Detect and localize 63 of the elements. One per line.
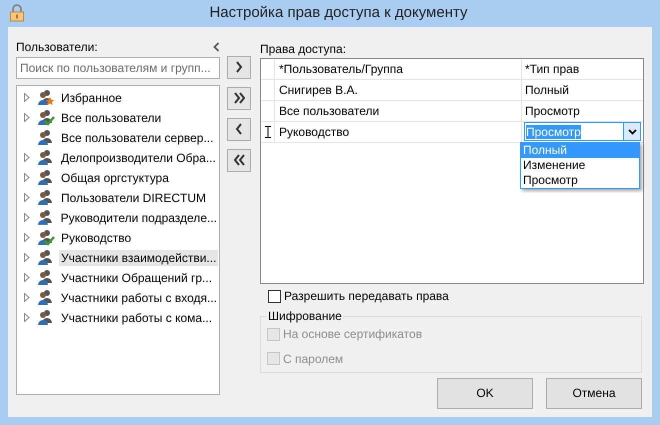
table-cell-text: Просмотр xyxy=(524,102,581,120)
expand-icon[interactable] xyxy=(24,153,30,162)
user-group-icon xyxy=(37,249,55,266)
add-all-button[interactable] xyxy=(227,86,251,110)
window-title: Настройка прав доступа к документу xyxy=(209,4,468,22)
column-header[interactable]: *Пользователь/Группа xyxy=(275,58,522,79)
add-all-icon xyxy=(234,92,244,104)
tree-item[interactable]: Участники Обращений гр... xyxy=(17,268,219,288)
favorite-group-icon xyxy=(37,89,55,106)
tree-item[interactable]: Общая оргстуктура xyxy=(17,168,219,188)
group-title: Шифрование xyxy=(267,309,343,324)
expand-icon[interactable] xyxy=(24,193,30,202)
user-group-icon xyxy=(37,149,55,166)
tree-item[interactable]: Руководство xyxy=(17,228,219,248)
checkbox[interactable] xyxy=(268,290,281,303)
checkbox-label[interactable]: Разрешить передавать права xyxy=(284,288,449,304)
remove-all-button[interactable] xyxy=(227,148,251,172)
remove-icon xyxy=(234,123,244,136)
remove-all-icon xyxy=(234,154,244,166)
ok-button[interactable]: OK xyxy=(437,378,533,409)
expand-icon[interactable] xyxy=(24,113,30,122)
expand-icon[interactable] xyxy=(24,293,30,302)
table-cell-text: Полный xyxy=(524,82,570,99)
tree-item[interactable]: Избранное xyxy=(17,88,219,108)
user-group-icon xyxy=(37,169,55,186)
tree-item[interactable]: Делопроизводители Обра... xyxy=(17,148,219,168)
add-button[interactable] xyxy=(227,56,251,79)
add-icon xyxy=(234,61,244,74)
user-group-icon xyxy=(37,269,55,286)
tree-item[interactable]: Все пользователи xyxy=(17,108,219,128)
remove-button[interactable] xyxy=(227,118,251,141)
table-cell: Все пользователи xyxy=(275,100,522,121)
panel-label: Пользователи: xyxy=(16,40,98,54)
tree-item[interactable]: Участники работы с входя... xyxy=(17,288,219,308)
tree-item[interactable]: Руководители подразделе... xyxy=(17,208,219,228)
panel-label: Права доступа: xyxy=(260,40,348,58)
user-group-icon xyxy=(37,189,55,206)
column-header[interactable]: *Тип прав xyxy=(522,58,643,79)
dropdown-icon[interactable] xyxy=(628,128,636,135)
expand-icon[interactable] xyxy=(24,233,30,242)
tree-item[interactable]: Все пользователи сервер... xyxy=(17,128,219,148)
lock-icon xyxy=(9,4,25,22)
tree-item[interactable]: Пользователи DIRECTUM xyxy=(17,188,219,208)
expand-icon[interactable] xyxy=(24,213,30,222)
expand-icon[interactable] xyxy=(24,313,30,322)
checked-group-icon xyxy=(37,109,55,126)
table-cell: Снигирев В.А. xyxy=(275,80,522,100)
tree-item[interactable]: Участники работы с кома... xyxy=(17,308,219,328)
user-group-icon xyxy=(36,289,55,306)
table-cell: Руководство xyxy=(275,122,522,142)
user-group-icon xyxy=(37,309,55,326)
expand-icon[interactable] xyxy=(24,273,30,282)
collapse-icon[interactable] xyxy=(213,42,220,52)
dropdown-option[interactable]: Просмотр xyxy=(521,172,639,188)
expand-icon[interactable] xyxy=(24,93,30,102)
expand-icon[interactable] xyxy=(24,253,30,262)
cancel-button[interactable]: Отмена xyxy=(546,378,642,409)
search-field[interactable]: Поиск по пользователям и групп... xyxy=(16,56,220,79)
checked-group-icon xyxy=(37,229,55,246)
expand-icon[interactable] xyxy=(24,173,30,182)
dropdown-option[interactable]: Изменение xyxy=(521,158,639,173)
user-group-icon xyxy=(37,129,55,146)
user-group-icon xyxy=(36,209,55,226)
